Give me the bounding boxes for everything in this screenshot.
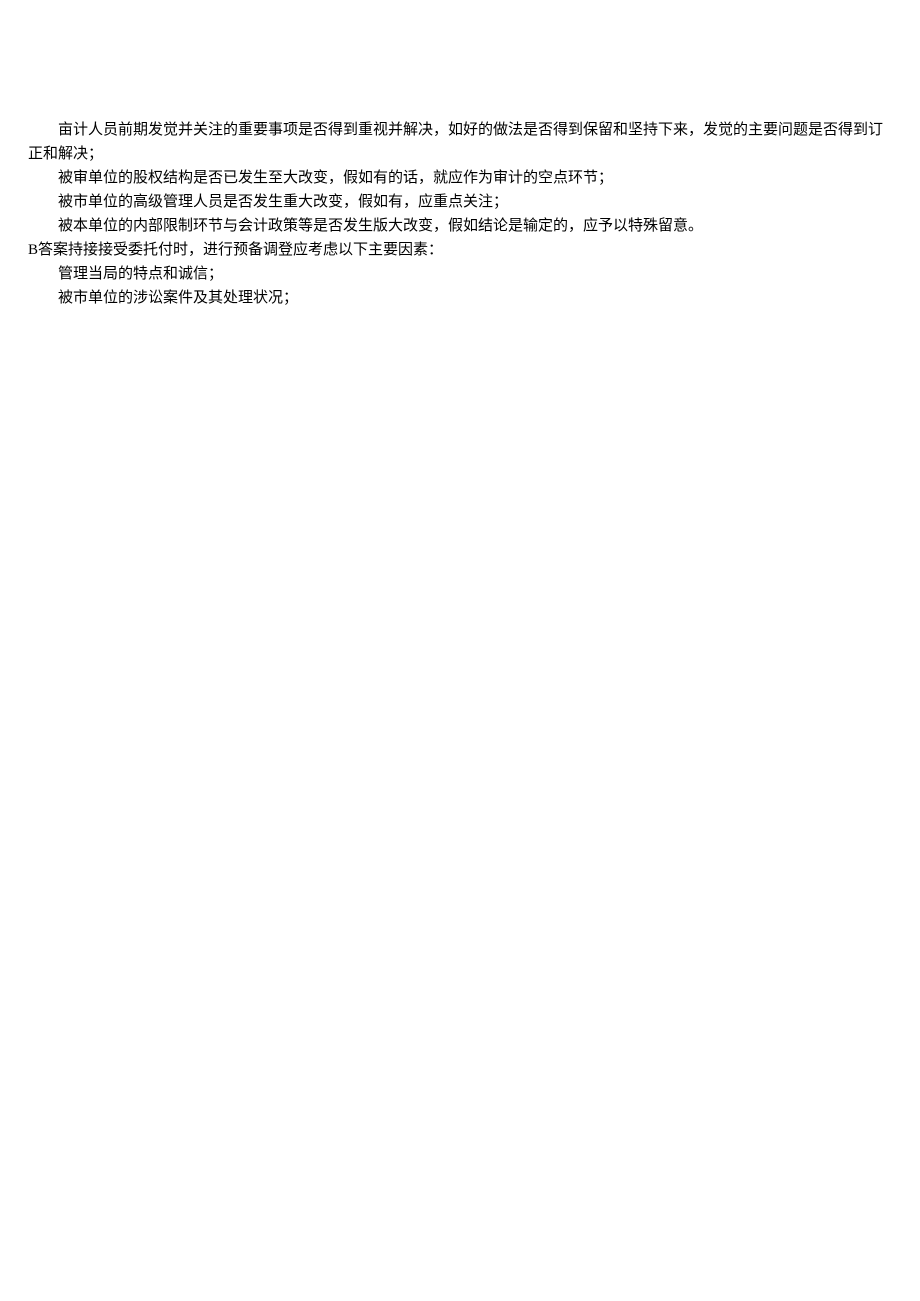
paragraph-1-text: 亩计人员前期发觉并关注的重要事项是否得到重视并解决，如好的做法是否得到保留和坚持… (28, 122, 883, 162)
paragraph-5-text: B答案持接接受委托付时，进行预备调登应考虑以下主要因素： (28, 242, 443, 258)
paragraph-1: 亩计人员前期发觉并关注的重要事项是否得到重视并解决，如好的做法是否得到保留和坚持… (28, 118, 892, 166)
document-content: 亩计人员前期发觉并关注的重要事项是否得到重视并解决，如好的做法是否得到保留和坚持… (28, 118, 892, 310)
paragraph-7-text: 被市单位的涉讼案件及其处理状况； (58, 290, 298, 306)
paragraph-4: 被本单位的内部限制环节与会计政策等是否发生版大改变，假如结论是输定的，应予以特殊… (28, 214, 892, 238)
paragraph-3-text: 被市单位的高级管理人员是否发生重大改变，假如有，应重点关注； (58, 194, 508, 210)
paragraph-4-text: 被本单位的内部限制环节与会计政策等是否发生版大改变，假如结论是输定的，应予以特殊… (58, 218, 703, 234)
paragraph-2-text: 被审单位的股权结构是否已发生至大改变，假如有的话，就应作为审计的空点环节； (58, 170, 613, 186)
paragraph-2: 被审单位的股权结构是否已发生至大改变，假如有的话，就应作为审计的空点环节； (28, 166, 892, 190)
paragraph-7: 被市单位的涉讼案件及其处理状况； (28, 286, 892, 310)
paragraph-3: 被市单位的高级管理人员是否发生重大改变，假如有，应重点关注； (28, 190, 892, 214)
paragraph-6: 管理当局的特点和诚信； (28, 262, 892, 286)
paragraph-6-text: 管理当局的特点和诚信； (58, 266, 223, 282)
paragraph-5: B答案持接接受委托付时，进行预备调登应考虑以下主要因素： (28, 238, 892, 262)
